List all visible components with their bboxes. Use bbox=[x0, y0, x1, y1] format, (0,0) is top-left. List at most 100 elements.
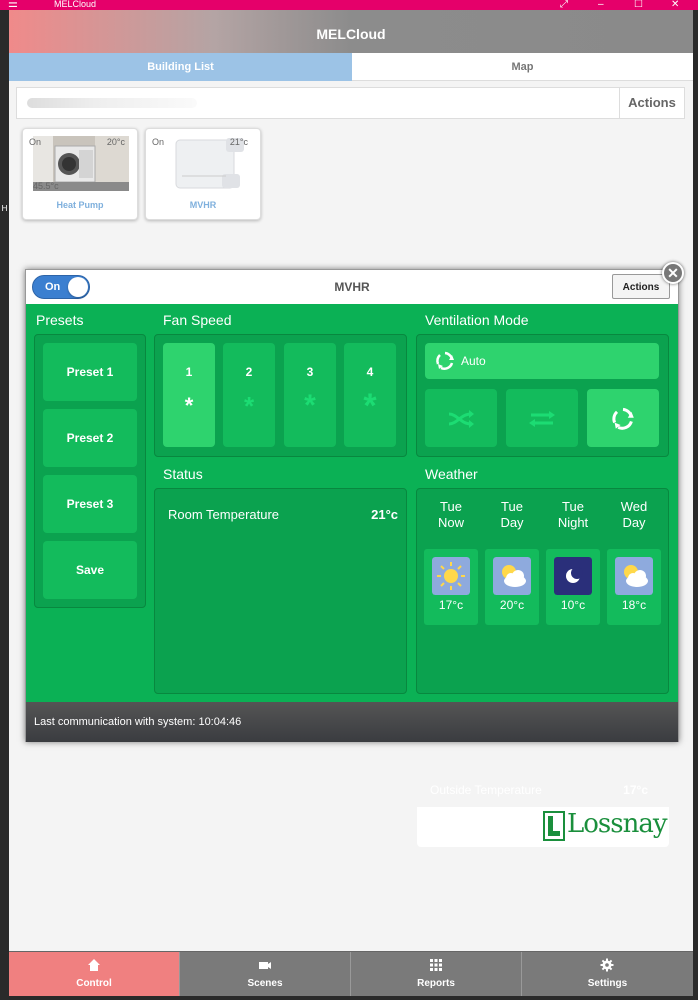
forecast-card: 20°c bbox=[485, 549, 539, 625]
forecast-card: 17°c bbox=[424, 549, 478, 625]
fan-icon: * bbox=[304, 389, 316, 422]
preset-2-button[interactable]: Preset 2 bbox=[43, 409, 137, 467]
hamburger-icon[interactable]: ☰ bbox=[8, 0, 18, 10]
close-window-icon[interactable]: ✕ bbox=[671, 0, 679, 10]
heat-recovery-mode-button[interactable] bbox=[506, 389, 578, 447]
forecast-period: Day bbox=[622, 515, 646, 530]
preset-1-button[interactable]: Preset 1 bbox=[43, 343, 137, 401]
close-dialog-button[interactable]: ✕ bbox=[662, 262, 684, 284]
building-actions-button[interactable]: Actions bbox=[619, 88, 684, 118]
dialog-title: MVHR bbox=[334, 280, 370, 294]
nav-label: Control bbox=[76, 978, 112, 989]
fan-speed-panel: 1 * 2 * 3 * 4 * bbox=[154, 334, 407, 457]
forecast-day: Wed bbox=[620, 499, 648, 514]
dialog-header: MVHR On Actions bbox=[26, 270, 678, 304]
lossnay-logo-mark bbox=[543, 811, 565, 841]
home-icon bbox=[88, 959, 100, 971]
power-toggle[interactable]: On bbox=[32, 275, 90, 299]
fan-speed-label: 3 bbox=[306, 365, 314, 379]
nav-scenes[interactable]: Scenes bbox=[180, 952, 351, 996]
bypass-icon bbox=[448, 409, 474, 428]
forecast-temp: 10°c bbox=[560, 598, 586, 612]
gear-icon bbox=[600, 958, 614, 972]
fan-speed-2-button[interactable]: 2 * bbox=[223, 343, 275, 447]
status-heading: Status bbox=[163, 466, 203, 482]
heat-recovery-icon bbox=[529, 410, 555, 427]
presets-heading: Presets bbox=[36, 312, 84, 328]
nav-settings[interactable]: Settings bbox=[522, 952, 693, 996]
app-header: MELCloud bbox=[9, 10, 693, 53]
outside-temperature-label: Outside Temperature bbox=[430, 783, 542, 797]
room-temperature-label: Room Temperature bbox=[168, 507, 280, 522]
bottom-navigation: Control Scenes Reports Settings bbox=[9, 951, 693, 996]
maximize-icon[interactable]: ☐ bbox=[634, 0, 643, 10]
tab-building-list[interactable]: Building List bbox=[9, 53, 352, 81]
room-temperature-value: 21°c bbox=[371, 507, 398, 522]
forecast-card: 10°c bbox=[546, 549, 600, 625]
fan-speed-3-button[interactable]: 3 * bbox=[284, 343, 336, 447]
bypass-mode-button[interactable] bbox=[425, 389, 497, 447]
left-window-edge: H bbox=[0, 0, 9, 1000]
forecast-day: Tue bbox=[562, 499, 584, 514]
partly-cloudy-icon bbox=[493, 557, 531, 595]
nav-control[interactable]: Control bbox=[9, 952, 180, 996]
fan-speed-label: 1 bbox=[185, 365, 193, 379]
forecast-header: Wed Day bbox=[608, 499, 660, 531]
close-icon: ✕ bbox=[667, 265, 679, 281]
fan-speed-4-button[interactable]: 4 * bbox=[344, 343, 396, 447]
fan-speed-heading: Fan Speed bbox=[163, 312, 232, 328]
device-label: MVHR bbox=[189, 200, 217, 210]
forecast-card: 18°c bbox=[607, 549, 661, 625]
forecast-temp: 18°c bbox=[621, 598, 647, 612]
device-room-temp: 21°c bbox=[229, 137, 248, 147]
last-communication-footer: Last communication with system: 10:04:46 bbox=[26, 702, 678, 742]
fan-icon: * bbox=[184, 393, 194, 418]
device-status: On bbox=[29, 137, 42, 147]
moon-icon bbox=[554, 557, 592, 595]
preset-3-button[interactable]: Preset 3 bbox=[43, 475, 137, 533]
status-panel: Room Temperature 21°c bbox=[154, 488, 407, 694]
device-tile-heat-pump[interactable]: On 20°c 45.5°c Heat Pump bbox=[22, 128, 138, 220]
camera-icon bbox=[259, 962, 271, 969]
save-preset-button[interactable]: Save bbox=[43, 541, 137, 599]
building-name-redacted bbox=[27, 98, 197, 108]
device-label: Heat Pump bbox=[56, 200, 104, 210]
forecast-header: Tue Day bbox=[486, 499, 538, 531]
fan-speed-label: 4 bbox=[366, 365, 374, 379]
presets-panel: Preset 1 Preset 2 Preset 3 Save bbox=[34, 334, 146, 608]
forecast-day: Tue bbox=[501, 499, 523, 514]
ventilation-mode-label: Auto bbox=[461, 354, 486, 368]
fullscreen-icon[interactable]: ⤢ bbox=[560, 0, 568, 10]
minimize-icon[interactable]: – bbox=[598, 0, 604, 10]
right-window-edge bbox=[693, 0, 698, 1000]
lossnay-brand-text: Lossnay bbox=[567, 809, 668, 839]
device-room-temp: 20°c bbox=[106, 137, 125, 147]
grid-icon bbox=[430, 959, 442, 971]
control-panel: Presets Preset 1 Preset 2 Preset 3 Save … bbox=[26, 304, 678, 847]
nav-reports[interactable]: Reports bbox=[351, 952, 522, 996]
bottom-window-edge bbox=[0, 996, 698, 1000]
forecast-temp: 20°c bbox=[499, 598, 525, 612]
outside-temperature-value: 17°c bbox=[623, 783, 648, 797]
ventilation-panel: Auto bbox=[416, 334, 669, 457]
sun-icon bbox=[432, 557, 470, 595]
app-root: MELCloud Building List Map Actions On 20… bbox=[9, 10, 693, 996]
toggle-knob bbox=[68, 277, 88, 297]
fan-icon: * bbox=[243, 391, 255, 421]
device-status: On bbox=[152, 137, 165, 147]
fan-speed-label: 2 bbox=[245, 365, 253, 379]
nav-label: Settings bbox=[587, 978, 628, 989]
window-title: MELCloud bbox=[54, 0, 97, 9]
auto-mode-button[interactable] bbox=[587, 389, 659, 447]
forecast-temp: 17°c bbox=[438, 598, 464, 612]
device-tile-mvhr[interactable]: On 21°c MVHR bbox=[145, 128, 261, 220]
fan-speed-1-button[interactable]: 1 * bbox=[163, 343, 215, 447]
fan-icon: * bbox=[363, 387, 377, 425]
power-toggle-label: On bbox=[45, 281, 61, 293]
tab-map[interactable]: Map bbox=[352, 53, 693, 81]
forecast-period: Day bbox=[500, 515, 524, 530]
dialog-actions-button[interactable]: Actions bbox=[612, 274, 670, 299]
ventilation-current-mode: Auto bbox=[425, 343, 659, 379]
forecast-header: Tue Now bbox=[425, 499, 477, 531]
weather-panel: Tue Now Tue Day Tue Night Wed Day 17°c 2… bbox=[416, 488, 669, 847]
